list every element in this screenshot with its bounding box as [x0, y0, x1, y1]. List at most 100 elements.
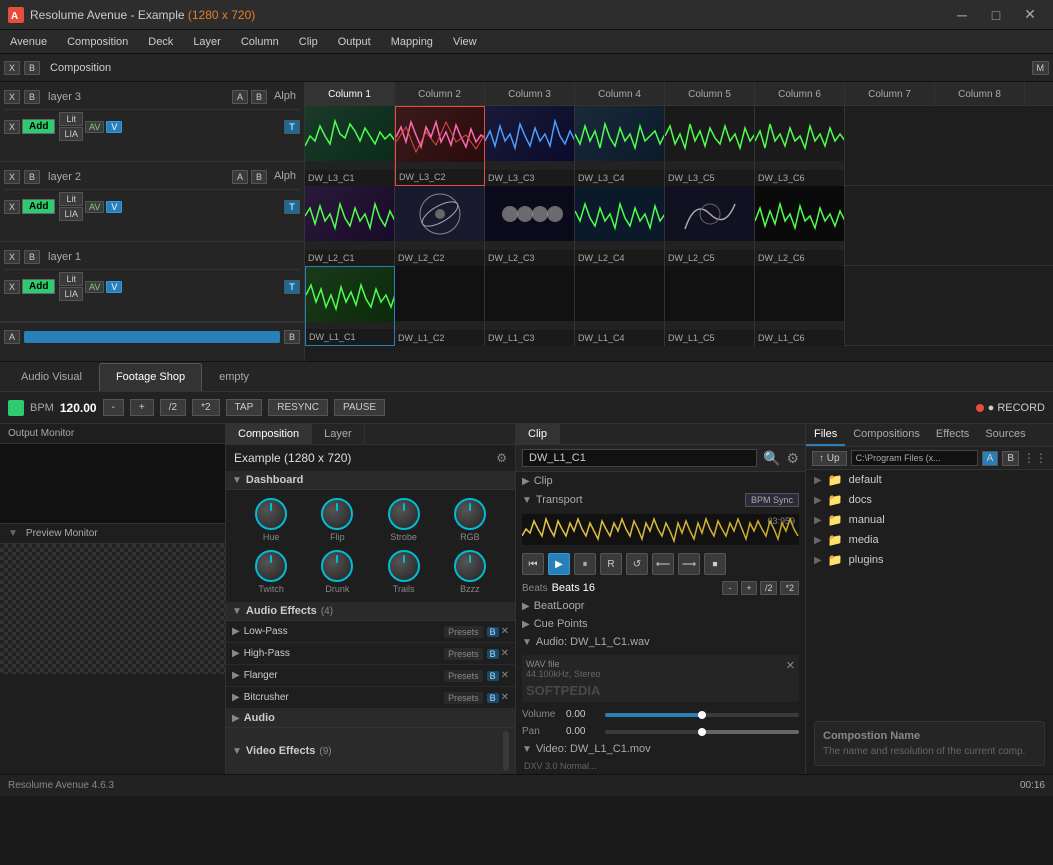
col-header-2[interactable]: Column 2: [395, 82, 485, 106]
clip-L3-C3[interactable]: DW_L3_C3: [485, 106, 575, 186]
clip-L1-C1[interactable]: DW_L1_C1: [305, 266, 395, 346]
flanger-expand-icon[interactable]: ▶: [232, 670, 240, 681]
transport-pause-btn[interactable]: ⏸: [574, 553, 596, 575]
beatloopr-header[interactable]: ▶ BeatLoopr: [516, 597, 805, 615]
transport-play-btn[interactable]: ▶: [548, 553, 570, 575]
layer2-av[interactable]: AV: [85, 201, 104, 213]
highpass-expand-icon[interactable]: ▶: [232, 648, 240, 659]
bpm-sync-btn[interactable]: BPM Sync: [745, 493, 799, 507]
layer1-v[interactable]: V: [106, 281, 122, 293]
layer1-add[interactable]: Add: [22, 279, 55, 294]
clip-L3-C4[interactable]: DW_L3_C4: [575, 106, 665, 186]
bitcrusher-remove-btn[interactable]: ✕: [501, 692, 509, 703]
clip-L1-C6[interactable]: DW_L1_C6: [755, 266, 845, 346]
bpm-plus[interactable]: +: [130, 399, 154, 416]
preview-collapse-icon[interactable]: ▼: [8, 528, 18, 539]
clip-L3-C5[interactable]: DW_L3_C5: [665, 106, 755, 186]
files-tab-files[interactable]: Files: [806, 424, 845, 446]
bitcrusher-expand-icon[interactable]: ▶: [232, 692, 240, 703]
panel-tab-composition[interactable]: Composition: [226, 424, 312, 444]
layer2-v[interactable]: V: [106, 201, 122, 213]
menu-mapping[interactable]: Mapping: [381, 30, 443, 53]
bitcrusher-b-btn[interactable]: B: [487, 693, 499, 703]
layer1-b-btn[interactable]: B: [24, 250, 40, 264]
trails-knob[interactable]: [388, 550, 420, 582]
layer2-b-btn[interactable]: B: [24, 170, 40, 184]
audio-clip-header[interactable]: ▼ Audio: DW_L1_C1.wav: [516, 633, 805, 651]
global-b-btn[interactable]: B: [284, 330, 300, 344]
flanger-b-btn[interactable]: B: [487, 671, 499, 681]
rgb-knob[interactable]: [454, 498, 486, 530]
files-b-btn[interactable]: B: [1002, 451, 1019, 466]
menu-avenue[interactable]: Avenue: [0, 30, 57, 53]
beats-minus-btn[interactable]: -: [722, 581, 738, 595]
tab-audio-visual[interactable]: Audio Visual: [4, 363, 99, 391]
clip-transport-header[interactable]: ▼ Transport BPM Sync: [516, 490, 805, 510]
transport-backward-btn[interactable]: ⟵: [652, 553, 674, 575]
bitcrusher-preset[interactable]: Presets: [444, 692, 483, 704]
highpass-b-btn[interactable]: B: [487, 649, 499, 659]
close-button[interactable]: ✕: [1015, 0, 1045, 30]
files-tab-compositions[interactable]: Compositions: [845, 424, 928, 446]
flanger-remove-btn[interactable]: ✕: [501, 670, 509, 681]
menu-composition[interactable]: Composition: [57, 30, 138, 53]
minimize-button[interactable]: ─: [947, 0, 977, 30]
col-header-4[interactable]: Column 4: [575, 82, 665, 106]
menu-deck[interactable]: Deck: [138, 30, 183, 53]
beats-plus-btn[interactable]: +: [741, 581, 757, 595]
beats-half-btn[interactable]: /2: [760, 581, 778, 595]
highpass-remove-btn[interactable]: ✕: [501, 648, 509, 659]
cue-points-header[interactable]: ▶ Cue Points: [516, 615, 805, 633]
video-effects-header[interactable]: ▼ Video Effects (9): [226, 728, 515, 774]
col-header-1[interactable]: Column 1: [305, 82, 395, 106]
clip-L2-C5[interactable]: DW_L2_C5: [665, 186, 755, 266]
x-button[interactable]: X: [4, 61, 20, 75]
layer3-t[interactable]: T: [284, 120, 300, 134]
clip-settings-icon[interactable]: ⚙: [786, 450, 799, 467]
layer3-b-btn[interactable]: B: [24, 90, 40, 104]
clip-L3-C1[interactable]: DW_L3_C1: [305, 106, 395, 186]
hue-knob[interactable]: [255, 498, 287, 530]
file-docs[interactable]: ▶ 📁 docs: [806, 490, 1053, 510]
col-header-5[interactable]: Column 5: [665, 82, 755, 106]
layer3-x2[interactable]: X: [4, 120, 20, 134]
file-manual[interactable]: ▶ 📁 manual: [806, 510, 1053, 530]
clip-L2-C3[interactable]: DW_L2_C3: [485, 186, 575, 266]
layer3-x-btn[interactable]: X: [4, 90, 20, 104]
file-default[interactable]: ▶ 📁 default: [806, 470, 1053, 490]
layer2-x2[interactable]: X: [4, 200, 20, 214]
menu-view[interactable]: View: [443, 30, 487, 53]
layer3-v[interactable]: V: [106, 121, 122, 133]
layer1-x2[interactable]: X: [4, 280, 20, 294]
clip-L1-C5[interactable]: DW_L1_C5: [665, 266, 755, 346]
layer1-t[interactable]: T: [284, 280, 300, 294]
beats-double-btn[interactable]: *2: [780, 581, 799, 595]
clip-L3-C2[interactable]: DW_L3_C2: [395, 106, 485, 186]
bpm-pause[interactable]: PAUSE: [334, 399, 385, 416]
file-media[interactable]: ▶ 📁 media: [806, 530, 1053, 550]
col-header-6[interactable]: Column 6: [755, 82, 845, 106]
clip-L3-C6[interactable]: DW_L3_C6: [755, 106, 845, 186]
layer2-b2-btn[interactable]: B: [251, 170, 267, 184]
menu-layer[interactable]: Layer: [183, 30, 231, 53]
layer1-x-btn[interactable]: X: [4, 250, 20, 264]
layer3-add[interactable]: Add: [22, 119, 55, 134]
layer1-lit[interactable]: Lit: [59, 272, 83, 286]
transport-loop-btn[interactable]: ↺: [626, 553, 648, 575]
clip-L2-C1[interactable]: DW_L2_C1: [305, 186, 395, 266]
layer3-lia[interactable]: LIA: [59, 127, 83, 141]
strobe-knob[interactable]: [388, 498, 420, 530]
lowpass-preset[interactable]: Presets: [444, 626, 483, 638]
audio-section-header[interactable]: ▶ Audio: [226, 709, 515, 728]
clip-name-field[interactable]: DW_L1_C1: [522, 449, 757, 467]
files-a-btn[interactable]: A: [982, 451, 999, 466]
layer2-lia[interactable]: LIA: [59, 207, 83, 221]
video-section-header[interactable]: ▼ Video: DW_L1_C1.mov: [516, 740, 805, 758]
flip-knob[interactable]: [321, 498, 353, 530]
layer3-b2-btn[interactable]: B: [251, 90, 267, 104]
col-header-8[interactable]: Column 8: [935, 82, 1025, 106]
files-tab-sources[interactable]: Sources: [977, 424, 1033, 446]
lowpass-expand-icon[interactable]: ▶: [232, 626, 240, 637]
maximize-button[interactable]: □: [981, 0, 1011, 30]
lowpass-remove-btn[interactable]: ✕: [501, 626, 509, 637]
